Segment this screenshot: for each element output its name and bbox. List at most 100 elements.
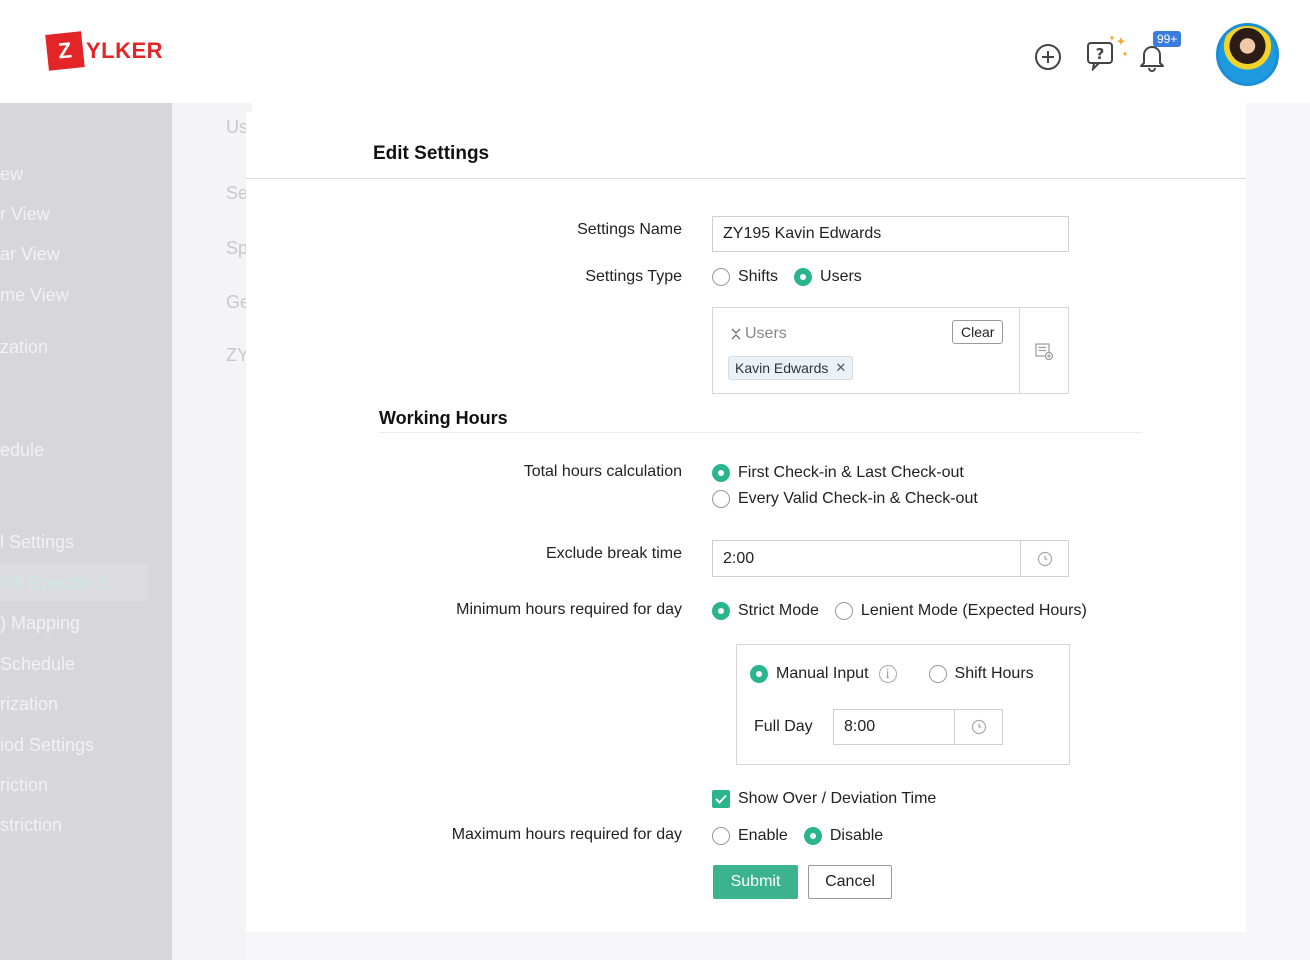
user-list-icon[interactable]: [1034, 341, 1054, 366]
option-label: Disable: [829, 827, 884, 844]
minimum-hours-sub-options: Manual Input i Shift Hours: [750, 665, 1034, 683]
exclude-break-input[interactable]: 2:00: [712, 540, 1069, 577]
total-hours-option-every[interactable]: Every Valid Check-in & Check-out: [712, 490, 978, 508]
radio-button[interactable]: [712, 827, 730, 845]
list-item: Us: [226, 117, 248, 137]
maximum-hours-options: Enable Disable: [712, 827, 883, 845]
radio-button-selected[interactable]: [794, 268, 813, 286]
users-placeholder-text: Users: [745, 325, 787, 342]
sidebar-item[interactable]: zation: [0, 337, 48, 358]
edit-settings-dialog: Edit Settings Settings Name ZY195 Kavin …: [246, 112, 1246, 932]
total-hours-label: Total hours calculation: [523, 463, 682, 480]
option-label: Shift Hours: [954, 665, 1034, 682]
user-avatar[interactable]: [1216, 23, 1279, 86]
svg-text:?: ?: [1096, 45, 1105, 63]
clock-icon[interactable]: [954, 710, 1002, 744]
list-item: Sp: [226, 238, 249, 258]
radio-button-selected[interactable]: [750, 665, 768, 683]
page-background: [246, 932, 1310, 960]
users-field[interactable]: Users Clear Kavin Edwards ✕: [713, 308, 1020, 393]
plus-circle-icon[interactable]: [1034, 43, 1062, 71]
settings-type-users-option[interactable]: Users: [794, 268, 862, 286]
sidebar-item[interactable]: ew: [0, 164, 23, 185]
radio-button[interactable]: [712, 490, 730, 508]
list-item: Se: [226, 183, 249, 203]
check-icon: [715, 794, 727, 804]
close-icon[interactable]: ✕: [835, 360, 846, 376]
cancel-button[interactable]: Cancel: [808, 865, 892, 899]
help-chat-icon[interactable]: ?: [1085, 33, 1131, 71]
full-day-label: Full Day: [754, 718, 813, 735]
submit-button[interactable]: Submit: [713, 865, 798, 899]
maximum-hours-label: Maximum hours required for day: [451, 826, 682, 843]
checkbox-label: Show Over / Deviation Time: [738, 790, 937, 807]
total-hours-option-first[interactable]: First Check-in & Last Check-out: [712, 464, 964, 482]
option-label: Every Valid Check-in & Check-out: [738, 490, 978, 507]
radio-button-selected[interactable]: [803, 827, 822, 845]
sidebar-item[interactable]: iod Settings: [0, 735, 94, 756]
clear-button[interactable]: Clear: [952, 320, 1004, 344]
sidebar-item[interactable]: r View: [0, 204, 50, 225]
option-label: Strict Mode: [738, 602, 819, 619]
sidebar-item[interactable]: rization: [0, 694, 58, 715]
settings-type-label: Settings Type: [585, 268, 682, 285]
sidebar-item[interactable]: me View: [0, 285, 69, 306]
minimum-hours-label: Minimum hours required for day: [456, 601, 682, 618]
sidebar: ew r View ar View me View zation edule l…: [0, 103, 172, 960]
sidebar-item[interactable]: edule: [0, 440, 44, 461]
clock-icon[interactable]: [1020, 541, 1068, 576]
collapse-icon: [731, 328, 741, 340]
settings-type-options: Shifts Users: [712, 268, 862, 286]
radio-button[interactable]: [712, 268, 730, 286]
zylker-logo[interactable]: Z YLKER: [45, 31, 164, 71]
app-header: Z YLKER ? 99+: [0, 0, 1310, 103]
option-label: Manual Input: [776, 665, 869, 682]
logo-text: YLKER: [86, 38, 164, 63]
option-label: Lenient Mode (Expected Hours): [860, 602, 1087, 619]
info-icon[interactable]: i: [878, 665, 897, 683]
disable-option[interactable]: Disable: [803, 827, 884, 845]
settings-type-shifts-option[interactable]: Shifts: [712, 268, 778, 286]
sidebar-item[interactable]: riction: [0, 775, 48, 796]
enable-option[interactable]: Enable: [712, 827, 788, 845]
full-day-input[interactable]: 8:00: [833, 709, 1003, 745]
checkbox-checked[interactable]: [712, 790, 730, 808]
radio-button-selected[interactable]: [712, 464, 730, 482]
exclude-break-value: 2:00: [723, 549, 755, 567]
users-selector[interactable]: Users Clear Kavin Edwards ✕: [712, 307, 1069, 394]
page-background: [1246, 103, 1310, 960]
manual-input-option[interactable]: Manual Input i: [750, 665, 897, 683]
working-hours-title: Working Hours: [379, 408, 508, 428]
radio-button[interactable]: [834, 602, 853, 620]
option-label: Enable: [738, 827, 788, 844]
notification-badge: 99+: [1153, 31, 1182, 47]
exclude-break-label: Exclude break time: [545, 545, 682, 562]
lenient-mode-option[interactable]: Lenient Mode (Expected Hours): [834, 602, 1087, 620]
settings-name-input[interactable]: ZY195 Kavin Edwards: [712, 216, 1069, 252]
minimum-hours-options: Strict Mode Lenient Mode (Expected Hours…: [712, 602, 1087, 620]
sidebar-item[interactable]: l Settings: [0, 532, 74, 553]
chip-label: Kavin Edwards: [735, 360, 829, 376]
sidebar-item[interactable]: ar View: [0, 244, 60, 265]
shift-hours-option[interactable]: Shift Hours: [928, 665, 1034, 683]
strict-mode-option[interactable]: Strict Mode: [712, 602, 819, 620]
show-deviation-checkbox-row[interactable]: Show Over / Deviation Time: [712, 790, 936, 808]
dialog-title: Edit Settings: [373, 143, 490, 164]
radio-button[interactable]: [928, 665, 947, 683]
minimum-hours-detail-box: Manual Input i Shift Hours Full Day 8:00: [736, 644, 1070, 765]
sidebar-item[interactable]: ) Mapping: [0, 613, 80, 634]
sidebar-item[interactable]: Schedule: [0, 654, 75, 675]
option-label: Shifts: [738, 268, 779, 285]
sidebar-item[interactable]: striction: [0, 815, 62, 836]
sidebar-item-active[interactable]: hift Specific S...: [0, 573, 124, 594]
option-label: First Check-in & Last Check-out: [738, 464, 964, 481]
radio-button-selected[interactable]: [712, 602, 730, 620]
option-label: Users: [820, 268, 862, 285]
settings-list-background: Us Se Sp Ge ZY: [172, 103, 252, 960]
settings-name-label: Settings Name: [577, 221, 682, 238]
users-placeholder: Users: [729, 325, 787, 343]
logo-mark: Z: [45, 31, 85, 71]
divider: [379, 432, 1142, 433]
divider: [246, 178, 1246, 179]
full-day-value: 8:00: [844, 718, 876, 735]
